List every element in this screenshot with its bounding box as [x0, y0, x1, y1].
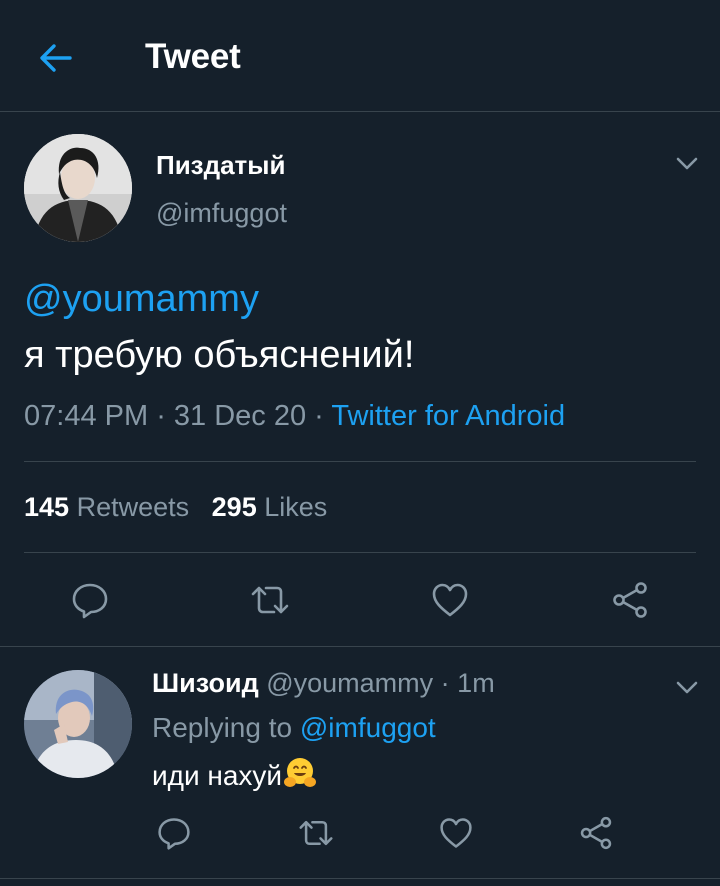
- meta-separator: ·: [433, 668, 458, 698]
- tweet-source-link[interactable]: Twitter for Android: [331, 400, 565, 432]
- meta-separator: ·: [148, 400, 174, 432]
- reply-time: 1m: [457, 668, 495, 698]
- author-handle[interactable]: @imfuggot: [156, 198, 287, 229]
- divider: [0, 646, 720, 647]
- reply-icon[interactable]: [156, 815, 192, 851]
- hugging-face-emoji-icon: [283, 756, 317, 790]
- retweets-label: Retweets: [76, 492, 190, 522]
- reply-author-handle[interactable]: @youmammy: [266, 668, 433, 698]
- divider: [0, 878, 720, 879]
- likes-stat[interactable]: 295 Likes: [212, 492, 328, 522]
- engagement-stats: 145 Retweets 295 Likes: [24, 492, 327, 523]
- reply-text: иди нахуй: [152, 756, 317, 792]
- share-icon[interactable]: [578, 815, 614, 851]
- like-icon[interactable]: [438, 815, 474, 851]
- retweets-stat[interactable]: 145 Retweets: [24, 492, 189, 522]
- likes-label: Likes: [264, 492, 328, 522]
- share-icon[interactable]: [610, 580, 650, 620]
- likes-count: 295: [211, 492, 257, 522]
- chevron-down-icon[interactable]: [672, 672, 702, 702]
- replying-prefix: Replying to: [152, 712, 300, 743]
- arrow-left-icon[interactable]: [36, 38, 76, 78]
- divider: [24, 461, 696, 462]
- meta-separator: ·: [306, 400, 332, 432]
- replying-to: Replying to @imfuggot: [152, 712, 436, 744]
- avatar[interactable]: [24, 670, 132, 778]
- reply-text-content: иди нахуй: [152, 760, 283, 791]
- like-icon[interactable]: [430, 580, 470, 620]
- tweet-text: я требую объяснений!: [24, 334, 415, 376]
- tweet-meta: 07:44 PM · 31 Dec 20 · Twitter for Andro…: [24, 400, 565, 433]
- chevron-down-icon[interactable]: [672, 148, 702, 178]
- divider: [24, 552, 696, 553]
- retweets-count: 145: [24, 492, 70, 522]
- author-display-name[interactable]: Пиздатый: [156, 150, 285, 181]
- tweet-time: 07:44 PM: [24, 400, 149, 432]
- reply-icon[interactable]: [70, 580, 110, 620]
- avatar[interactable]: [24, 134, 132, 242]
- tweet-mention-link[interactable]: @youmammy: [24, 278, 259, 321]
- reply-header: Шизоид @youmammy · 1m: [152, 668, 495, 699]
- reply-author-display-name[interactable]: Шизоид: [152, 668, 259, 698]
- retweet-icon[interactable]: [248, 580, 292, 620]
- tweet-date: 31 Dec 20: [173, 400, 307, 432]
- page-title: Tweet: [145, 37, 241, 76]
- retweet-icon[interactable]: [296, 815, 336, 851]
- replying-to-link[interactable]: @imfuggot: [300, 712, 436, 743]
- top-bar: Tweet: [0, 0, 720, 112]
